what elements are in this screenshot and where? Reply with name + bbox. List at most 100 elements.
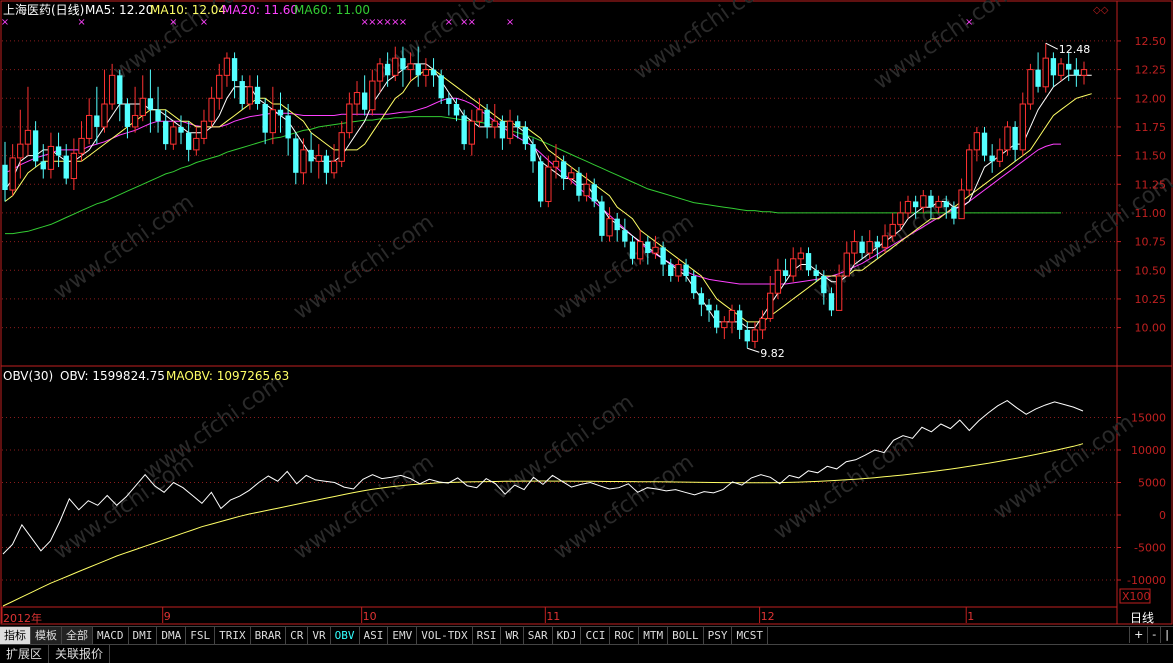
tab-related-quotes[interactable]: 关联报价 (49, 645, 111, 663)
candle-body-down (698, 293, 705, 305)
candle-body-up (407, 63, 414, 71)
candle-body-down (293, 138, 299, 173)
toolbar-mode-0[interactable]: 指标 (0, 627, 31, 644)
watermark-text: www.cfchi.com (989, 410, 1138, 525)
candle-body-down (400, 58, 406, 70)
candle-body-up (774, 269, 782, 294)
candle-body-down (537, 161, 544, 202)
candle-body-down (981, 132, 988, 156)
indicator-tab-boll[interactable]: BOLL (668, 627, 704, 644)
candle-body-down (155, 109, 161, 122)
indicator-tab-cr[interactable]: CR (286, 627, 309, 644)
zoom-in-button[interactable]: + (1129, 627, 1147, 643)
candle-body-up (338, 132, 345, 162)
candle-body-up (881, 235, 889, 248)
candle-body-up (392, 57, 399, 76)
candle-body-up (468, 120, 475, 145)
watermark-text: www.cfchi.com (289, 210, 438, 325)
toolbar-right-controls: + - | (1129, 627, 1173, 643)
candle-body-up (545, 166, 552, 202)
candle-body-up (1019, 103, 1026, 151)
high-label: 12.48 (1059, 43, 1091, 56)
candle-body-down (522, 126, 529, 145)
candle-body-up (904, 200, 912, 214)
indicator-tab-全部[interactable]: 全部 (62, 627, 93, 644)
candle-body-up (751, 329, 759, 342)
split-button[interactable]: | (1160, 627, 1173, 643)
indicator-tab-vr[interactable]: VR (308, 627, 331, 644)
candle-body-up (422, 69, 430, 76)
indicator-tab-psy[interactable]: PSY (704, 627, 733, 644)
price-tick-label: 10.50 (1135, 264, 1167, 277)
candle-body-up (652, 246, 659, 254)
candle-body-up (1080, 69, 1088, 76)
candle-body-up (200, 120, 208, 139)
obv-tick-label: -5000 (1134, 542, 1166, 555)
indicator-tab-vol-tdx[interactable]: VOL-TDX (417, 627, 473, 644)
indicator-tab-obv[interactable]: OBV (331, 627, 360, 644)
candle-body-up (369, 80, 376, 111)
candle-body-down (805, 253, 812, 271)
candle-body-down (124, 104, 131, 127)
candle-body-down (2, 164, 8, 190)
candle-body-up (346, 103, 353, 134)
candle-body-up (491, 120, 498, 128)
obv-tick-label: -10000 (1127, 574, 1166, 587)
date-tick-label: 10 (362, 610, 377, 623)
indicator-tab-wr[interactable]: WR (501, 627, 524, 644)
candle-body-up (583, 183, 590, 197)
candle-body-down (821, 276, 827, 294)
candle-body-down (446, 98, 452, 104)
price-tick-label: 11.75 (1135, 121, 1167, 134)
candle-body-up (376, 63, 384, 82)
indicator-tab-mcst[interactable]: MCST (732, 627, 768, 644)
obv-value: OBV: 1599824.75 (60, 369, 165, 383)
candle-body-down (1012, 126, 1018, 150)
watermark-text: www.cfchi.com (549, 450, 698, 565)
indicator-tab-emv[interactable]: EMV (388, 627, 418, 644)
toolbar-mode-1[interactable]: 模板 (31, 627, 62, 644)
candle-body-down (1050, 58, 1057, 76)
candle-body-down (874, 241, 881, 248)
indicator-tab-kdj[interactable]: KDJ (553, 627, 582, 644)
indicator-tab-trix[interactable]: TRIX (215, 627, 251, 644)
candle-body-up (300, 149, 307, 174)
candle-body-up (78, 137, 85, 154)
indicator-tab-cci[interactable]: CCI (581, 627, 611, 644)
candle-body-down (147, 98, 154, 110)
indicator-tab-dmi[interactable]: DMI (129, 627, 158, 644)
price-tick-label: 11.25 (1135, 178, 1167, 191)
price-tick-label: 10.25 (1135, 293, 1167, 306)
indicator-tab-asi[interactable]: ASI (360, 627, 389, 644)
signal-marker: × (77, 17, 85, 28)
candle-body-up (24, 129, 32, 145)
obv-tick-label: 10000 (1131, 444, 1166, 457)
price-tick-label: 12.25 (1135, 64, 1167, 77)
indicator-tab-rsi[interactable]: RSI (473, 627, 502, 644)
date-tick-label: 12 (760, 610, 775, 623)
candle-body-up (17, 143, 24, 159)
indicator-tab-sar[interactable]: SAR (524, 627, 553, 644)
candle-body-down (668, 264, 674, 276)
candle-body-down (32, 130, 39, 162)
candle-body-up (889, 223, 896, 237)
zoom-out-button[interactable]: - (1147, 627, 1160, 643)
candle-body-up (208, 97, 215, 122)
candle-body-down (438, 75, 444, 99)
signal-marker: × (399, 17, 407, 28)
indicator-tab-fsl[interactable]: FSL (186, 627, 216, 644)
indicator-tab-mtm[interactable]: MTM (639, 627, 669, 644)
indicator-tab-brar[interactable]: BRAR (251, 627, 287, 644)
indicator-tab-dma[interactable]: DMA (157, 627, 187, 644)
indicator-tab-macd[interactable]: MACD (93, 627, 129, 644)
candle-body-up (851, 241, 858, 254)
candle-body-down (691, 276, 697, 294)
tab-extension-area[interactable]: 扩展区 (0, 645, 50, 663)
candle-body-up (568, 172, 575, 180)
candle-body-down (515, 121, 521, 127)
candle-body-up (353, 92, 361, 105)
candle-body-down (928, 195, 934, 208)
candle-body-down (277, 109, 284, 116)
indicator-tab-roc[interactable]: ROC (610, 627, 640, 644)
candle-body-up (675, 264, 682, 277)
